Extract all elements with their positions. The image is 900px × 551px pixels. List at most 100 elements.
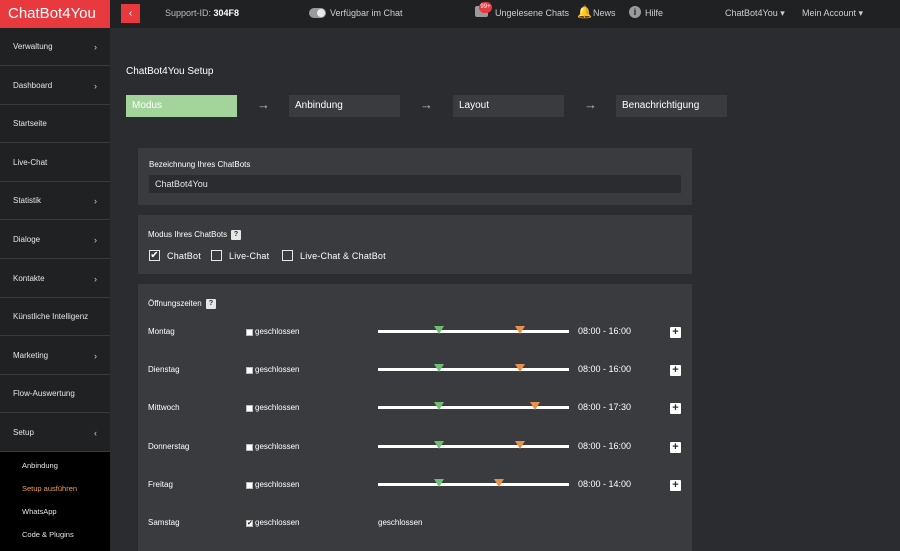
availability-label[interactable]: Verfügbar im Chat (330, 8, 403, 18)
end-handle[interactable] (529, 402, 540, 411)
submenu-item-whatsapp[interactable]: WhatsApp (22, 507, 57, 516)
mode-chatbot-label[interactable]: ChatBot (167, 251, 201, 261)
sidebar-item-label: Dialoge (13, 235, 41, 244)
hours-slider[interactable] (378, 402, 569, 411)
closed-checkbox[interactable]: ✔ (246, 520, 253, 527)
hours-slider[interactable] (378, 326, 569, 334)
sidebar-item-flow-auswertung[interactable]: Flow-Auswertung (0, 375, 110, 414)
mode-both-label[interactable]: Live-Chat & ChatBot (300, 251, 386, 261)
mode-panel (138, 215, 692, 274)
submenu-item-code-plugins[interactable]: Code & Plugins (22, 530, 74, 539)
day-label: Freitag (148, 479, 173, 489)
sidebar-item-live-chat[interactable]: Live-Chat (0, 144, 110, 182)
help-link[interactable]: Hilfe (645, 8, 663, 18)
closed-checkbox-label[interactable]: geschlossen (255, 518, 299, 527)
add-time-button[interactable]: + (670, 403, 681, 415)
day-label: Dienstag (148, 365, 180, 375)
closed-checkbox[interactable] (246, 481, 253, 489)
setup-submenu: Anbindung Setup ausführen WhatsApp Code & P… (0, 452, 110, 551)
end-handle[interactable] (514, 440, 525, 449)
start-handle[interactable] (433, 440, 444, 449)
day-label: Montag (148, 327, 175, 336)
time-range: 08:00 - 16:00 (578, 326, 632, 336)
sidebar: Verwaltung › Dashboard › Startseite Live-Chat… (0, 28, 110, 551)
sidebar-item-setup[interactable]: Setup ‹ (0, 414, 110, 452)
step-modus[interactable]: Modus (126, 95, 237, 117)
chatbot-name-input[interactable] (149, 175, 681, 193)
start-handle[interactable] (433, 326, 444, 334)
step-anbindung[interactable]: Anbindung (289, 95, 400, 117)
sidebar-item-label: Marketing (13, 350, 49, 360)
end-handle[interactable] (514, 326, 525, 334)
closed-checkbox[interactable] (246, 367, 253, 375)
hours-slider[interactable] (378, 440, 569, 449)
submenu-item-anbindung[interactable]: Anbindung (22, 461, 58, 470)
chevron-icon: ‹ (94, 428, 97, 438)
unread-badge: 99+ (479, 2, 492, 13)
unread-chats-link[interactable]: Ungelesene Chats (495, 8, 569, 18)
my-account-dropdown[interactable]: Mein Account ▾ (802, 8, 863, 19)
sidebar-item-verwaltung[interactable]: Verwaltung › (0, 28, 110, 66)
submenu-item-setup-ausführen[interactable]: Setup ausführen (22, 484, 77, 493)
sidebar-item-label: Startseite (13, 119, 47, 129)
sidebar-item-label: Live-Chat (13, 157, 48, 167)
mode-livechat-label[interactable]: Live-Chat (229, 251, 269, 261)
bell-icon[interactable]: 🔔 (577, 5, 592, 19)
sidebar-item-dialoge[interactable]: Dialoge › (0, 221, 110, 259)
page-title: ChatBot4You Setup (126, 66, 214, 77)
logo[interactable]: ChatBot4You (0, 0, 110, 28)
sidebar-item-künstliche-intelligenz[interactable]: Künstliche Intelligenz (0, 298, 110, 337)
end-handle[interactable] (494, 478, 505, 487)
sidebar-item-dashboard[interactable]: Dashboard › (0, 67, 110, 105)
availability-toggle[interactable] (309, 8, 326, 18)
hours-slider[interactable] (378, 364, 569, 373)
sidebar-item-label: Verwaltung (13, 42, 53, 51)
end-handle[interactable] (514, 364, 525, 373)
closed-checkbox[interactable] (246, 329, 253, 336)
step-layout[interactable]: Layout (453, 95, 564, 117)
name-label: Bezeichnung Ihres ChatBots (149, 160, 251, 169)
start-handle[interactable] (433, 402, 444, 411)
info-icon[interactable]: i (629, 6, 641, 18)
step-arrow: → (257, 97, 270, 112)
start-handle[interactable] (433, 478, 444, 487)
mode-livechat-checkbox[interactable] (211, 250, 222, 261)
opening-hours-panel (138, 284, 692, 551)
hours-slider[interactable] (378, 478, 569, 487)
sidebar-item-kontakte[interactable]: Kontakte › (0, 260, 110, 298)
closed-checkbox-label[interactable]: geschlossen (255, 327, 299, 336)
mode-help-icon[interactable]: ? (231, 230, 241, 240)
hours-help-icon[interactable]: ? (206, 299, 216, 309)
chevron-icon: › (94, 196, 97, 207)
closed-checkbox-label[interactable]: geschlossen (255, 403, 299, 412)
sidebar-item-statistik[interactable]: Statistik › (0, 182, 110, 221)
closed-checkbox-label[interactable]: geschlossen (255, 442, 299, 451)
closed-status: geschlossen (378, 518, 423, 527)
news-link[interactable]: News (593, 8, 616, 18)
step-arrow: → (420, 97, 433, 112)
closed-checkbox[interactable] (246, 443, 253, 451)
step-benachrichtigung[interactable]: Benachrichtigung (616, 95, 727, 117)
sidebar-item-label: Flow-Auswertung (13, 389, 75, 399)
mode-both-checkbox[interactable] (282, 250, 293, 261)
add-time-button[interactable]: + (670, 365, 681, 377)
support-id-value: 304F8 (213, 8, 240, 18)
closed-checkbox-label[interactable]: geschlossen (255, 365, 299, 374)
sidebar-item-label: Kontakte (13, 273, 45, 283)
time-range: 08:00 - 17:30 (578, 402, 632, 413)
time-range: 08:00 - 14:00 (578, 478, 632, 489)
chatbot-account-dropdown[interactable]: ChatBot4You ▾ (725, 8, 785, 19)
collapse-sidebar-button[interactable]: ‹ (121, 4, 140, 23)
sidebar-item-marketing[interactable]: Marketing › (0, 337, 110, 375)
support-id-label: Support-ID: (165, 8, 214, 18)
add-time-button[interactable]: + (670, 441, 681, 453)
mode-chatbot-checkbox[interactable]: ✔ (149, 250, 160, 261)
add-time-button[interactable]: + (670, 327, 681, 338)
start-handle[interactable] (433, 364, 444, 373)
sidebar-item-startseite[interactable]: Startseite (0, 105, 110, 144)
add-time-button[interactable]: + (670, 479, 681, 491)
closed-checkbox[interactable] (246, 405, 253, 413)
support-id: Support-ID: 304F8 (165, 8, 239, 18)
chevron-icon: › (94, 350, 97, 361)
closed-checkbox-label[interactable]: geschlossen (255, 480, 299, 489)
